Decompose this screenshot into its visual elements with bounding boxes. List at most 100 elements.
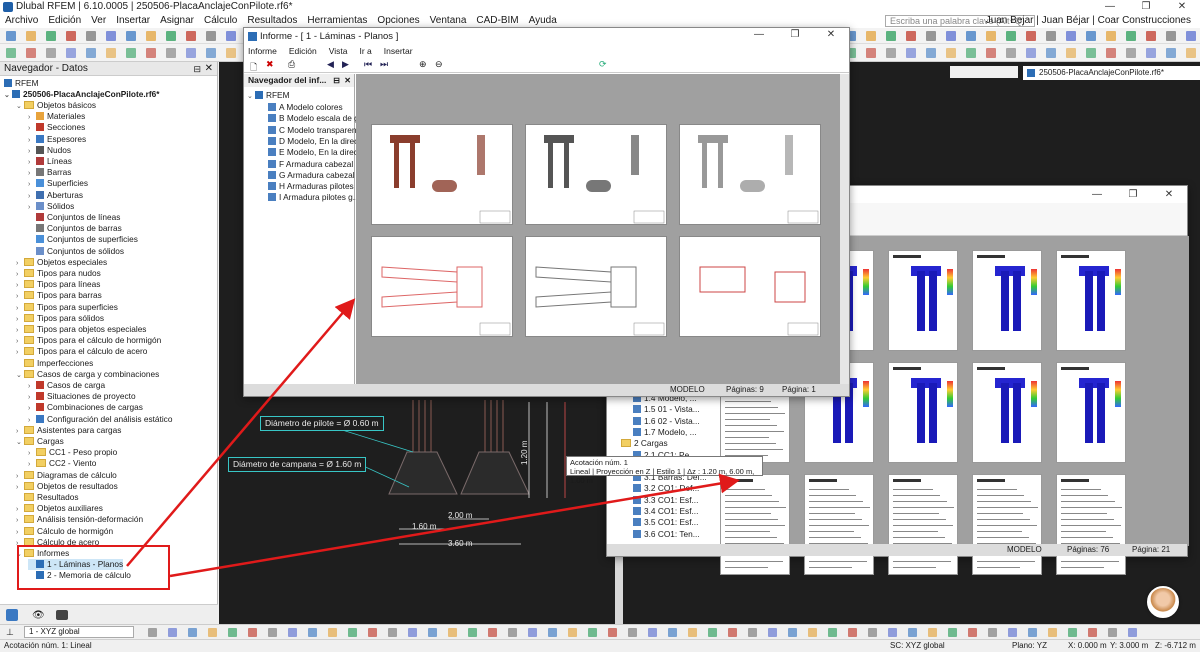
tree-item[interactable]: › Líneas [28,156,72,167]
toolbar-button-icon[interactable] [968,628,977,637]
toolbar-button-icon[interactable] [228,628,237,637]
toolbar-button-icon[interactable] [186,31,196,41]
tree-item[interactable]: › Cálculo de hormigón [16,526,113,537]
toolbar-button-icon[interactable] [226,31,236,41]
toolbar-button-icon[interactable] [1126,48,1136,58]
toolbar-button-icon[interactable] [588,628,597,637]
tree-item[interactable]: Resultados [16,492,79,503]
tree-item[interactable]: › Análisis tensión-deformación [16,514,143,525]
tree-item[interactable]: Conjuntos de líneas [28,212,120,223]
toolbar-button-icon[interactable] [1186,48,1196,58]
toolbar-button-icon[interactable] [168,628,177,637]
report-chapter-item[interactable]: I Armadura pilotes g... [268,192,360,203]
report-chapter-item[interactable]: 1.6 02 - Vista... [633,416,700,427]
tree-item[interactable]: › Aberturas [28,190,83,201]
toolbar-button-icon[interactable] [568,628,577,637]
toolbar-button-icon[interactable] [46,48,56,58]
toolbar-button-icon[interactable] [848,628,857,637]
maximize-button[interactable]: ❐ [1115,188,1151,202]
toolbar-button-icon[interactable] [308,628,317,637]
toolbar-button-icon[interactable] [448,628,457,637]
toolbar-button-icon[interactable] [1166,31,1176,41]
report-page-thumbnail[interactable] [679,236,821,337]
toolbar-button-icon[interactable] [66,31,76,41]
tree-item[interactable]: › Tipos para el cálculo de hormigón [16,335,161,346]
report-chapter-item[interactable]: E Modelo, En la direc... [268,147,365,158]
report-menu-ir-a[interactable]: Ir a [359,46,371,56]
report-page-thumbnail[interactable] [1056,250,1126,351]
toolbar-button-icon[interactable] [388,628,397,637]
chevron-down-icon[interactable]: ⌄ [247,91,255,102]
toolbar-button-icon[interactable] [1068,628,1077,637]
refresh-icon[interactable]: ⟳ [599,59,607,70]
zoom-out-icon[interactable]: ⊖ [435,59,443,70]
toolbar-button-icon[interactable] [1186,31,1196,41]
toolbar-button-icon[interactable] [126,31,136,41]
toolbar-button-icon[interactable] [166,31,176,41]
tree-item[interactable]: Conjuntos de sólidos [28,246,124,257]
menu-calculo[interactable]: Cálculo [199,14,242,28]
toolbar-button-icon[interactable] [206,31,216,41]
toolbar-button-icon[interactable] [6,31,16,41]
last-page-icon[interactable]: ⏭ [380,59,388,70]
report-chapter-item[interactable]: C Modelo transparen... [268,125,363,136]
toolbar-button-icon[interactable] [1108,628,1117,637]
toolbar-button-icon[interactable] [828,628,837,637]
toolbar-button-icon[interactable] [226,48,236,58]
toolbar-button-icon[interactable] [468,628,477,637]
tree-item[interactable]: › Objetos auxiliares [16,503,103,514]
toolbar-button-icon[interactable] [348,628,357,637]
report-chapter-item[interactable]: D Modelo, En la direc... [268,136,365,147]
tree-item[interactable]: › Tipos para superficies [16,302,118,313]
toolbar-button-icon[interactable] [186,48,196,58]
toolbar-button-icon[interactable] [808,628,817,637]
toolbar-button-icon[interactable] [46,31,56,41]
maximize-button[interactable]: ❐ [1128,0,1164,14]
report-page-thumbnail[interactable] [371,124,513,225]
tree-item[interactable]: › Objetos especiales [16,257,107,268]
chevron-down-icon[interactable]: ⌄ [16,101,24,112]
report-chapter-item[interactable]: H Armaduras pilotes [268,181,354,192]
report-page-thumbnail[interactable] [972,250,1042,351]
minimize-button[interactable]: — [741,28,777,42]
toolbar-button-icon[interactable] [648,628,657,637]
toolbar-button-icon[interactable] [608,628,617,637]
close-icon[interactable]: ✕ [205,62,213,76]
report-page-thumbnail[interactable] [972,474,1042,575]
maximize-button[interactable]: ❐ [777,28,813,42]
toolbar-button-icon[interactable] [146,31,156,41]
report-page-thumbnail[interactable] [888,362,958,463]
toolbar-button-icon[interactable] [1048,628,1057,637]
menu-ver[interactable]: Ver [86,14,111,28]
report-chapter-item[interactable]: 3.2 CO1: Def... [633,483,699,494]
toolbar-button-icon[interactable] [946,31,956,41]
annotation-bell-diameter[interactable]: Diámetro de campana = Ø 1.60 m [228,457,367,472]
tree-item[interactable]: ⌄ Casos de carga y combinaciones [16,369,159,380]
menu-ayuda[interactable]: Ayuda [524,14,562,28]
tree-item[interactable]: › Tipos para líneas [16,279,100,290]
video-tab-icon[interactable] [56,610,68,620]
report1-nav-root[interactable]: ⌄ RFEM [247,90,290,101]
toolbar-button-icon[interactable] [288,628,297,637]
tree-item[interactable]: › Tipos para sólidos [16,313,104,324]
toolbar-button-icon[interactable] [886,31,896,41]
menu-archivo[interactable]: Archivo [0,14,43,28]
menu-insertar[interactable]: Insertar [111,14,155,28]
toolbar-button-icon[interactable] [1046,48,1056,58]
toolbar-button-icon[interactable] [408,628,417,637]
toolbar-button-icon[interactable] [86,48,96,58]
toolbar-button-icon[interactable] [906,48,916,58]
tree-item[interactable]: › Asistentes para cargas [16,425,121,436]
toolbar-button-icon[interactable] [986,48,996,58]
toolbar-button-icon[interactable] [166,48,176,58]
toolbar-button-icon[interactable] [428,628,437,637]
toolbar-button-icon[interactable] [1146,48,1156,58]
toolbar-button-icon[interactable] [528,628,537,637]
toolbar-button-icon[interactable] [886,48,896,58]
toolbar-button-icon[interactable] [368,628,377,637]
tree-item[interactable]: › CC1 - Peso propio [28,447,117,458]
view-tab-icon[interactable]: 👁 [32,610,45,621]
tree-item[interactable]: › Casos de carga [28,380,105,391]
previous-icon[interactable]: ◀ [327,59,334,70]
tree-item[interactable]: Conjuntos de barras [28,223,122,234]
